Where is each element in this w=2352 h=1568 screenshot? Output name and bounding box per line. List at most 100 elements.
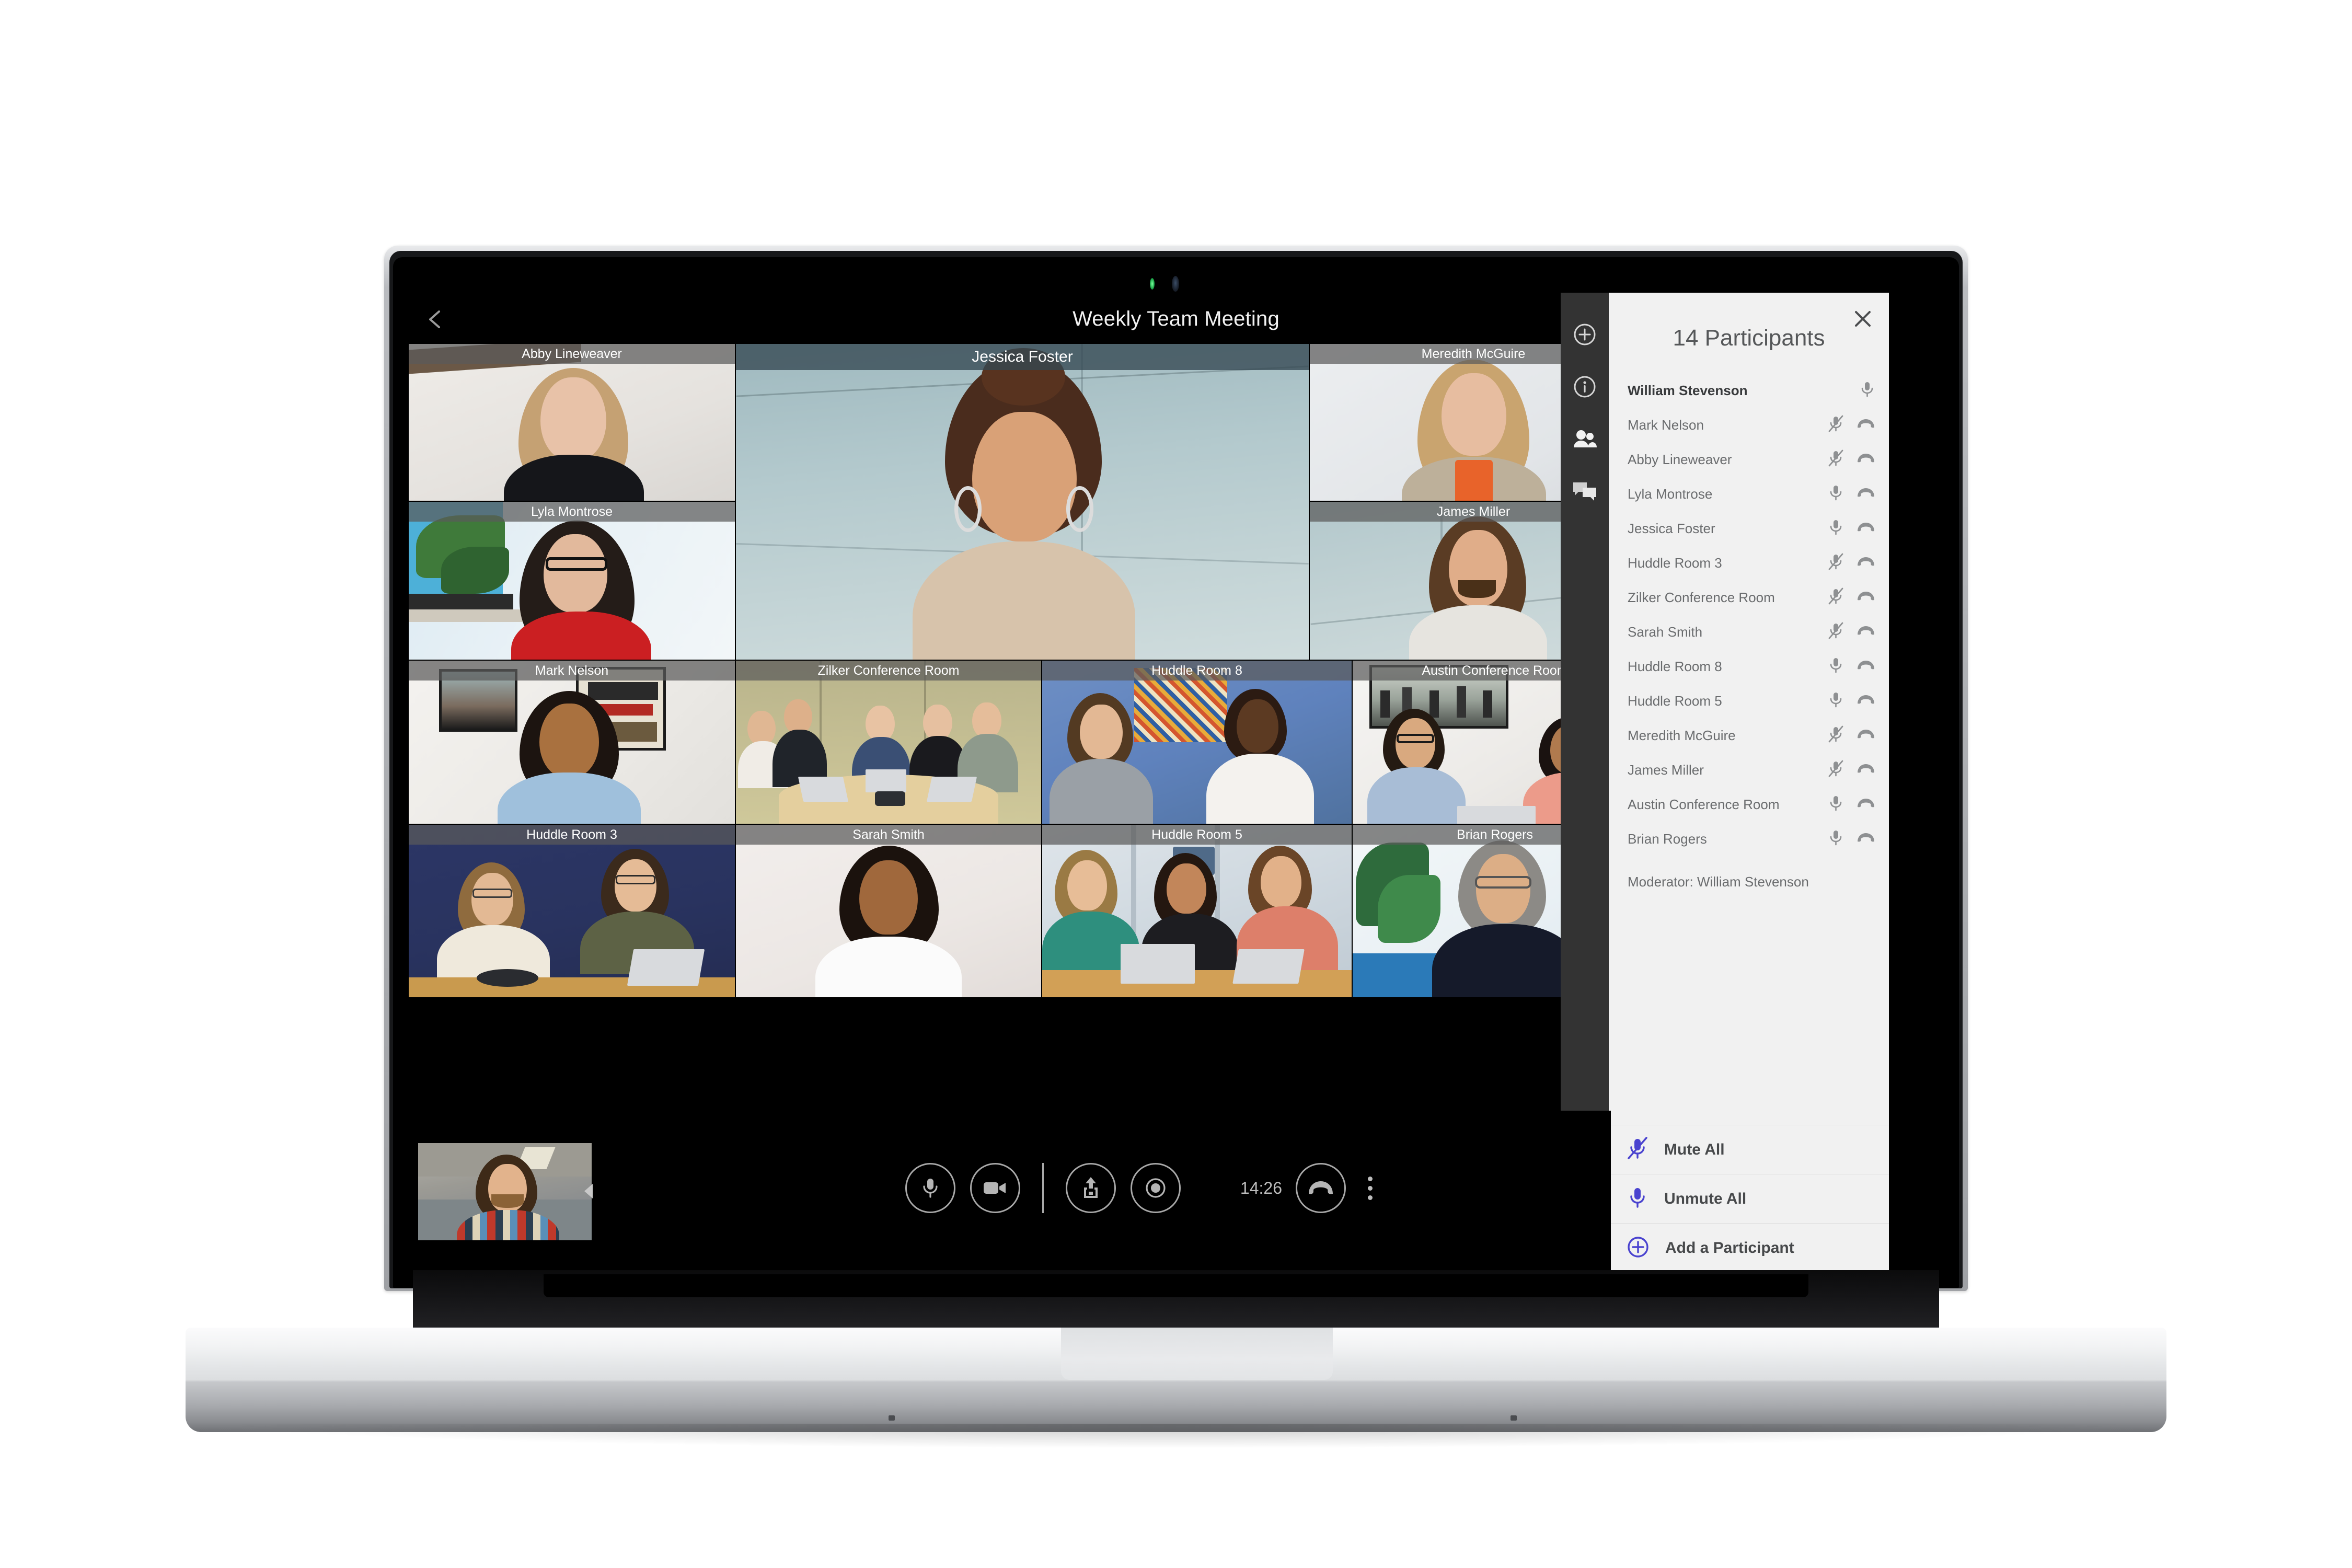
mic-on-icon[interactable] xyxy=(1828,794,1844,815)
hangup-icon[interactable] xyxy=(1857,763,1875,778)
self-view-collapse-arrow[interactable] xyxy=(584,1184,593,1198)
video-tile-mark-nelson[interactable]: Mark Nelson xyxy=(409,661,735,824)
mic-off-icon[interactable] xyxy=(1828,553,1844,573)
hangup-icon[interactable] xyxy=(1857,832,1875,847)
video-tile-huddle-room-5[interactable]: Huddle Room 5 xyxy=(1042,825,1352,997)
video-tile-sarah-smith[interactable]: Sarah Smith xyxy=(736,825,1041,997)
participant-name: Meredith McGuire xyxy=(1628,727,1736,743)
panel-title: 14 Participants xyxy=(1673,325,1825,351)
hangup-icon[interactable] xyxy=(1857,797,1875,812)
participant-actions xyxy=(1819,415,1875,435)
mic-off-icon[interactable] xyxy=(1828,760,1844,780)
hangup-icon[interactable] xyxy=(1857,625,1875,640)
video-tile-zilker-conference-room[interactable]: Zilker Conference Room xyxy=(736,661,1041,824)
participant-row[interactable]: Brian Rogers xyxy=(1609,822,1889,856)
hangup-icon[interactable] xyxy=(1857,694,1875,709)
mic-on-icon[interactable] xyxy=(1828,484,1844,504)
participant-name: Huddle Room 8 xyxy=(1628,658,1722,674)
right-controls: 14:26 xyxy=(1240,1163,1381,1213)
camera-button[interactable] xyxy=(970,1163,1020,1213)
add-participant-button[interactable]: Add a Participant xyxy=(1609,1224,1889,1273)
video-tile-huddle-room-8[interactable]: Huddle Room 8 xyxy=(1042,661,1352,824)
participant-row[interactable]: Huddle Room 8 xyxy=(1609,649,1889,684)
self-view-thumbnail[interactable] xyxy=(418,1143,592,1240)
add-participant-icon[interactable] xyxy=(1561,310,1609,359)
mic-off-icon[interactable] xyxy=(1828,725,1844,746)
video-tile-jessica-foster[interactable]: Jessica Foster xyxy=(736,344,1309,660)
mic-on-icon[interactable] xyxy=(1828,829,1844,849)
laptop-base-notch xyxy=(1061,1328,1333,1380)
mic-off-icon[interactable] xyxy=(1828,587,1844,608)
laptop-foot-right xyxy=(1511,1415,1517,1421)
record-button[interactable] xyxy=(1131,1163,1181,1213)
participant-row[interactable]: Sarah Smith xyxy=(1609,615,1889,649)
video-tile-lyla-montrose[interactable]: Lyla Montrose xyxy=(409,502,735,660)
participant-row[interactable]: Meredith McGuire xyxy=(1609,718,1889,753)
info-icon[interactable] xyxy=(1561,363,1609,411)
unmute-all-label: Unmute All xyxy=(1664,1190,1747,1207)
participant-row[interactable]: Huddle Room 5 xyxy=(1609,684,1889,718)
participant-actions xyxy=(1819,553,1875,573)
tile-name-label: Huddle Room 5 xyxy=(1042,825,1352,845)
mic-off-icon xyxy=(1627,1136,1648,1163)
mic-on-icon[interactable] xyxy=(1860,381,1875,401)
participant-row[interactable]: Abby Lineweaver xyxy=(1609,442,1889,477)
participant-row[interactable]: Zilker Conference Room xyxy=(1609,580,1889,615)
hangup-icon[interactable] xyxy=(1857,418,1875,433)
participant-row[interactable]: Austin Conference Room xyxy=(1609,787,1889,822)
call-control-bar: 14:26 xyxy=(393,1111,1611,1273)
laptop-shadow xyxy=(235,1424,2117,1448)
mic-off-icon[interactable] xyxy=(1828,449,1844,470)
unmute-all-button[interactable]: Unmute All xyxy=(1609,1174,1889,1224)
moderator-label: Moderator: William Stevenson xyxy=(1628,874,1809,890)
participant-actions xyxy=(1819,449,1875,470)
participant-row[interactable]: Jessica Foster xyxy=(1609,511,1889,546)
participant-row[interactable]: Lyla Montrose xyxy=(1609,477,1889,511)
participant-name: Jessica Foster xyxy=(1628,520,1715,536)
participant-actions xyxy=(1819,587,1875,608)
webcam-lens xyxy=(1172,276,1179,292)
hangup-icon[interactable] xyxy=(1857,659,1875,674)
chat-icon[interactable] xyxy=(1561,467,1609,515)
participant-list[interactable]: William Stevenson Mark Nelson Abby Linewea… xyxy=(1609,373,1889,1125)
hangup-icon[interactable] xyxy=(1857,728,1875,743)
tile-name-label: Huddle Room 8 xyxy=(1042,661,1352,681)
participant-row[interactable]: James Miller xyxy=(1609,753,1889,787)
kebab-menu-icon[interactable] xyxy=(1359,1171,1381,1205)
participant-row[interactable]: William Stevenson xyxy=(1609,373,1889,408)
participant-name: Huddle Room 3 xyxy=(1628,555,1722,571)
hangup-icon[interactable] xyxy=(1857,487,1875,502)
share-screen-button[interactable] xyxy=(1066,1163,1116,1213)
mic-off-icon[interactable] xyxy=(1828,415,1844,435)
video-tile-huddle-room-3[interactable]: Huddle Room 3 xyxy=(409,825,735,997)
close-icon[interactable] xyxy=(1851,307,1874,330)
video-tile-abby-lineweaver[interactable]: Abby Lineweaver xyxy=(409,344,735,501)
participant-actions xyxy=(1819,829,1875,849)
mic-on-icon[interactable] xyxy=(1828,518,1844,539)
call-timer: 14:26 xyxy=(1240,1178,1282,1197)
participant-actions xyxy=(1819,794,1875,815)
hangup-icon[interactable] xyxy=(1857,452,1875,467)
tile-name-label: Abby Lineweaver xyxy=(409,344,735,364)
laptop-mockup: Weekly Team Meeting Abby Lineweaver Lyla… xyxy=(0,0,2352,1568)
video-grid: Abby Lineweaver Lyla Montrose Jessica Fo… xyxy=(409,344,1637,1034)
participant-row[interactable]: Mark Nelson xyxy=(1609,408,1889,442)
hangup-icon[interactable] xyxy=(1857,556,1875,571)
mic-button[interactable] xyxy=(905,1163,955,1213)
participant-name: James Miller xyxy=(1628,762,1704,778)
laptop-hinge xyxy=(544,1274,1808,1297)
laptop-foot-left xyxy=(889,1415,895,1421)
webcam-led-indicator xyxy=(1150,278,1155,290)
participant-actions xyxy=(1819,381,1875,401)
add-participant-label: Add a Participant xyxy=(1665,1239,1794,1256)
mute-all-button[interactable]: Mute All xyxy=(1609,1125,1889,1174)
mic-off-icon[interactable] xyxy=(1828,622,1844,642)
participants-icon[interactable] xyxy=(1561,415,1609,463)
mic-on-icon[interactable] xyxy=(1828,656,1844,677)
hangup-button[interactable] xyxy=(1296,1163,1346,1213)
hangup-icon[interactable] xyxy=(1857,521,1875,536)
mic-on-icon[interactable] xyxy=(1828,691,1844,711)
participant-row[interactable]: Huddle Room 3 xyxy=(1609,546,1889,580)
tile-name-label: Sarah Smith xyxy=(736,825,1041,845)
hangup-icon[interactable] xyxy=(1857,590,1875,605)
